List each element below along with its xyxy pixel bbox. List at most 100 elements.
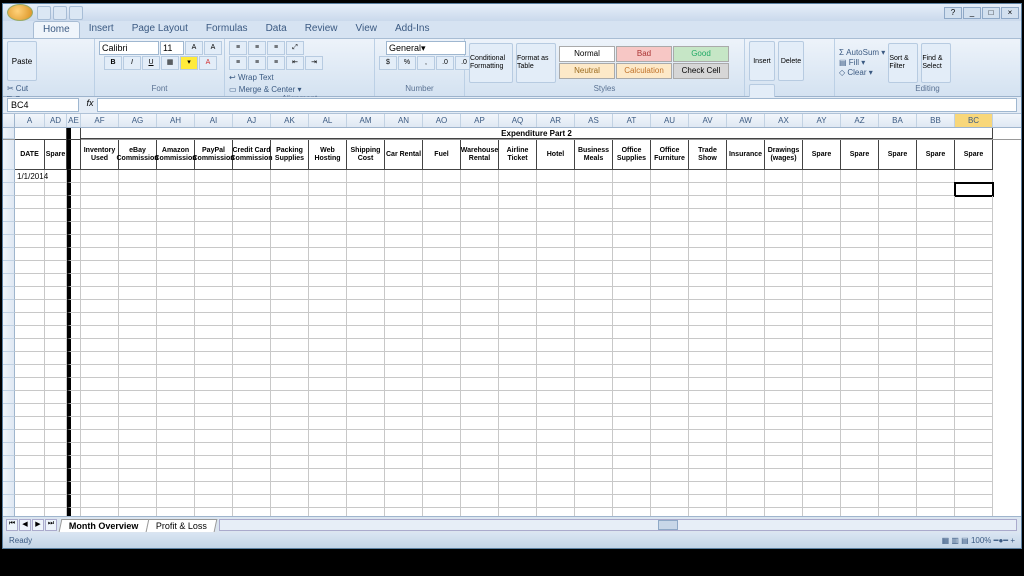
cell[interactable] — [15, 352, 45, 365]
sort-filter-button[interactable]: Sort & Filter — [888, 43, 918, 83]
cell[interactable] — [347, 170, 385, 183]
col-header-AM[interactable]: AM — [347, 114, 385, 127]
fill-button[interactable]: ▤ Fill ▾ — [839, 58, 885, 67]
cell[interactable] — [841, 287, 879, 300]
indent-dec-icon[interactable]: ⇤ — [286, 56, 304, 70]
cell[interactable] — [955, 391, 993, 404]
cell[interactable] — [271, 469, 309, 482]
cell[interactable] — [689, 248, 727, 261]
cell[interactable] — [423, 365, 461, 378]
cell[interactable] — [157, 378, 195, 391]
cell[interactable] — [613, 352, 651, 365]
align-left-icon[interactable]: ≡ — [229, 56, 247, 70]
cell[interactable] — [841, 326, 879, 339]
bold-button[interactable]: B — [104, 56, 122, 70]
col-header-BC[interactable]: BC — [955, 114, 993, 127]
cell[interactable] — [119, 352, 157, 365]
cell[interactable] — [157, 326, 195, 339]
cell[interactable] — [727, 261, 765, 274]
cell[interactable] — [537, 482, 575, 495]
font-color-button[interactable]: A — [199, 56, 217, 70]
cell[interactable] — [309, 170, 347, 183]
cell[interactable] — [689, 417, 727, 430]
cell[interactable] — [309, 313, 347, 326]
cell[interactable] — [613, 508, 651, 516]
cell[interactable] — [765, 417, 803, 430]
cell[interactable] — [727, 391, 765, 404]
cell[interactable] — [499, 209, 537, 222]
cell[interactable] — [271, 222, 309, 235]
cell[interactable] — [727, 508, 765, 516]
cell[interactable] — [879, 261, 917, 274]
cell[interactable] — [575, 404, 613, 417]
cell[interactable] — [233, 196, 271, 209]
cell[interactable] — [347, 287, 385, 300]
cell[interactable] — [385, 326, 423, 339]
cell[interactable] — [309, 495, 347, 508]
cell[interactable] — [841, 430, 879, 443]
merge-center-button[interactable]: ▭ Merge & Center ▾ — [229, 85, 302, 94]
cell[interactable] — [347, 222, 385, 235]
cell[interactable] — [651, 222, 689, 235]
cell[interactable] — [347, 352, 385, 365]
cell[interactable] — [879, 313, 917, 326]
cell[interactable] — [727, 287, 765, 300]
cell[interactable] — [45, 274, 67, 287]
row-header[interactable] — [3, 183, 15, 196]
cell[interactable] — [537, 274, 575, 287]
cell[interactable] — [537, 443, 575, 456]
cell[interactable] — [233, 261, 271, 274]
cell[interactable] — [157, 339, 195, 352]
cell[interactable] — [15, 339, 45, 352]
border-button[interactable]: ▦ — [161, 56, 179, 70]
cell[interactable] — [81, 482, 119, 495]
cell[interactable] — [803, 261, 841, 274]
cell[interactable] — [879, 469, 917, 482]
cell[interactable] — [499, 430, 537, 443]
cell[interactable] — [309, 235, 347, 248]
cell[interactable] — [955, 378, 993, 391]
cell[interactable] — [271, 404, 309, 417]
cell[interactable] — [309, 508, 347, 516]
cell[interactable] — [689, 300, 727, 313]
percent-icon[interactable]: % — [398, 56, 416, 70]
cell[interactable] — [841, 313, 879, 326]
cell[interactable] — [917, 339, 955, 352]
cell[interactable] — [879, 235, 917, 248]
cell[interactable] — [157, 495, 195, 508]
minimize-button[interactable]: _ — [963, 7, 981, 19]
cell[interactable] — [309, 339, 347, 352]
cell[interactable] — [765, 222, 803, 235]
cell[interactable] — [119, 222, 157, 235]
col-header-AF[interactable]: AF — [81, 114, 119, 127]
cell[interactable] — [81, 248, 119, 261]
row-header[interactable] — [3, 287, 15, 300]
delete-cells-button[interactable]: Delete — [778, 41, 804, 81]
cell[interactable] — [803, 430, 841, 443]
cell[interactable] — [917, 495, 955, 508]
cell[interactable] — [347, 469, 385, 482]
cell[interactable] — [347, 326, 385, 339]
cell[interactable] — [841, 209, 879, 222]
cell[interactable] — [461, 456, 499, 469]
cell[interactable] — [537, 261, 575, 274]
row-header[interactable] — [3, 235, 15, 248]
cell[interactable] — [45, 170, 67, 183]
cell[interactable] — [879, 365, 917, 378]
cell[interactable] — [385, 456, 423, 469]
cell[interactable] — [271, 300, 309, 313]
cell[interactable] — [765, 313, 803, 326]
cell[interactable] — [347, 391, 385, 404]
cell[interactable] — [67, 183, 81, 196]
cell[interactable] — [15, 456, 45, 469]
cell[interactable] — [537, 326, 575, 339]
cell[interactable] — [45, 313, 67, 326]
cell[interactable] — [727, 339, 765, 352]
cell[interactable] — [651, 248, 689, 261]
cell[interactable] — [917, 300, 955, 313]
cell[interactable] — [309, 326, 347, 339]
cell[interactable] — [803, 469, 841, 482]
cell[interactable] — [613, 326, 651, 339]
cell[interactable] — [45, 469, 67, 482]
cell[interactable] — [841, 261, 879, 274]
